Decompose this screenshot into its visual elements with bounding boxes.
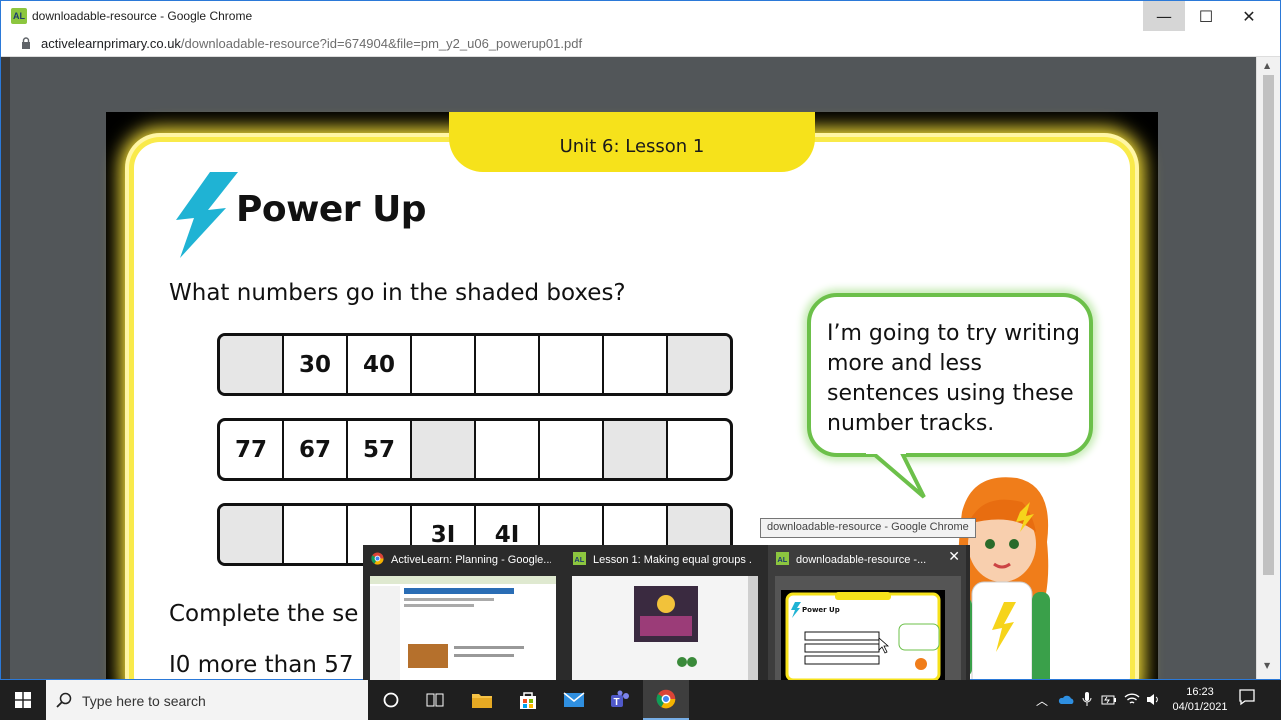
- track-cell: 57: [348, 421, 412, 478]
- system-clock[interactable]: 16:23 04/01/2021: [1168, 685, 1232, 715]
- lightning-bolt-icon: [176, 172, 238, 258]
- thumbnail-title: ActiveLearn: Planning - Google...: [371, 552, 551, 566]
- al-app-icon: AL: [11, 8, 27, 24]
- start-button[interactable]: [0, 680, 46, 720]
- track-cell: 77: [220, 421, 284, 478]
- lock-icon: [22, 37, 30, 49]
- mail-button[interactable]: [551, 680, 597, 720]
- scroll-down-icon[interactable]: ▼: [1264, 661, 1270, 670]
- al-icon: AL: [776, 552, 789, 565]
- thumbnail-title-text: downloadable-resource -...: [796, 554, 927, 566]
- scrollbar-thumb[interactable]: [1263, 75, 1274, 575]
- lesson-tab: Unit 6: Lesson 1: [449, 112, 815, 172]
- onedrive-icon[interactable]: [1058, 694, 1074, 705]
- thumbnail-title: AL Lesson 1: Making equal groups ...: [573, 552, 753, 566]
- url-text[interactable]: activelearnprimary.co.uk/downloadable-re…: [41, 36, 582, 51]
- vertical-scrollbar[interactable]: ▲ ▼: [1256, 57, 1280, 679]
- url-domain: activelearnprimary.co.uk: [41, 36, 181, 51]
- track-cell: 40: [348, 336, 412, 393]
- clock-time: 16:23: [1186, 686, 1214, 698]
- svg-text:AL: AL: [574, 555, 584, 564]
- speech-bubble-text: I’m going to try writing more and less s…: [827, 321, 1080, 436]
- store-icon: [520, 692, 536, 709]
- chrome-taskbar-button[interactable]: [643, 680, 689, 720]
- title-bar[interactable]: AL downloadable-resource - Google Chrome…: [1, 1, 1280, 31]
- url-path: /downloadable-resource?id=674904&file=pm…: [180, 36, 583, 51]
- mail-icon: [563, 692, 585, 707]
- track-cell: [668, 336, 730, 393]
- speech-bubble: I’m going to try writing more and less s…: [807, 293, 1093, 457]
- search-icon: [56, 692, 72, 708]
- track-cell: [604, 421, 668, 478]
- search-placeholder: Type here to search: [82, 693, 206, 709]
- store-button[interactable]: [505, 680, 551, 720]
- sentence-prompt: I0 more than 57: [169, 652, 354, 678]
- thumbnail-preview-heading: Power Up: [802, 606, 840, 614]
- lesson-tab-label: Unit 6: Lesson 1: [559, 136, 705, 157]
- svg-text:AL: AL: [777, 555, 787, 564]
- page-heading: Power Up: [236, 189, 427, 230]
- thumbnail-lesson-1[interactable]: AL Lesson 1: Making equal groups ...: [565, 545, 763, 680]
- taskbar-tooltip: downloadable-resource - Google Chrome: [760, 518, 976, 538]
- minimize-button[interactable]: —: [1143, 1, 1185, 31]
- show-hidden-icons[interactable]: ︿: [1036, 692, 1048, 709]
- track-cell: [412, 421, 476, 478]
- left-edge: [1, 57, 10, 679]
- thumbnail-close-icon[interactable]: ✕: [948, 549, 960, 565]
- track-cell: [604, 336, 668, 393]
- maximize-button[interactable]: ☐: [1185, 1, 1227, 31]
- microphone-icon[interactable]: [1082, 691, 1092, 708]
- thumbnail-preview: Power Up: [775, 576, 961, 680]
- complete-instruction: Complete the se: [169, 601, 359, 627]
- teams-button[interactable]: T: [597, 680, 643, 720]
- speech-bubble-tail: [866, 449, 926, 499]
- address-bar[interactable]: activelearnprimary.co.uk/downloadable-re…: [1, 31, 1280, 57]
- battery-icon[interactable]: [1101, 693, 1117, 706]
- track-cell: [540, 421, 604, 478]
- svg-text:T: T: [614, 697, 620, 708]
- notification-icon[interactable]: [1238, 688, 1256, 706]
- cortana-icon: [383, 692, 399, 708]
- track-cell: [540, 336, 604, 393]
- question-text: What numbers go in the shaded boxes?: [169, 280, 626, 306]
- taskbar: Type here to search T ︿ 16:23 04/01/2021: [0, 680, 1281, 720]
- thumbnail-preview: [572, 576, 758, 680]
- thumbnail-title-text: ActiveLearn: Planning - Google...: [391, 554, 551, 566]
- chrome-icon: [371, 552, 384, 565]
- track-cell: [476, 421, 540, 478]
- track-cell: [476, 336, 540, 393]
- track-cell: [284, 506, 348, 563]
- thumbnail-downloadable-resource[interactable]: AL downloadable-resource -... ✕ Power Up: [768, 545, 966, 680]
- track-cell: 67: [284, 421, 348, 478]
- clock-date: 04/01/2021: [1172, 701, 1228, 713]
- scroll-up-icon[interactable]: ▲: [1264, 61, 1270, 70]
- volume-icon[interactable]: [1146, 693, 1160, 706]
- wifi-icon[interactable]: [1124, 692, 1140, 706]
- chrome-icon: [656, 689, 676, 709]
- task-view-icon: [426, 693, 444, 707]
- folder-icon: [472, 694, 492, 708]
- thumbnail-preview: [370, 576, 556, 680]
- thumbnail-title-text: Lesson 1: Making equal groups ...: [593, 554, 753, 566]
- track-cell: [412, 336, 476, 393]
- task-view-button[interactable]: [412, 680, 458, 720]
- windows-icon: [15, 692, 31, 708]
- thumbnail-activelearn-planning[interactable]: ActiveLearn: Planning - Google...: [363, 545, 561, 680]
- window-title: downloadable-resource - Google Chrome: [32, 9, 253, 23]
- thumbnail-title: AL downloadable-resource -...: [776, 552, 956, 566]
- track-cell: [220, 506, 284, 563]
- track-cell: 30: [284, 336, 348, 393]
- number-track-2: 77 67 57: [217, 418, 733, 481]
- teams-icon: T: [611, 690, 629, 708]
- taskbar-search[interactable]: Type here to search: [46, 680, 368, 720]
- track-cell: [668, 421, 730, 478]
- taskbar-thumbnail-previews: ActiveLearn: Planning - Google... AL Less…: [363, 545, 970, 680]
- file-explorer-button[interactable]: [459, 680, 505, 720]
- cortana-button[interactable]: [368, 680, 414, 720]
- close-button[interactable]: ✕: [1228, 1, 1270, 31]
- al-icon: AL: [573, 552, 586, 565]
- number-track-1: 30 40: [217, 333, 733, 396]
- track-cell: [220, 336, 284, 393]
